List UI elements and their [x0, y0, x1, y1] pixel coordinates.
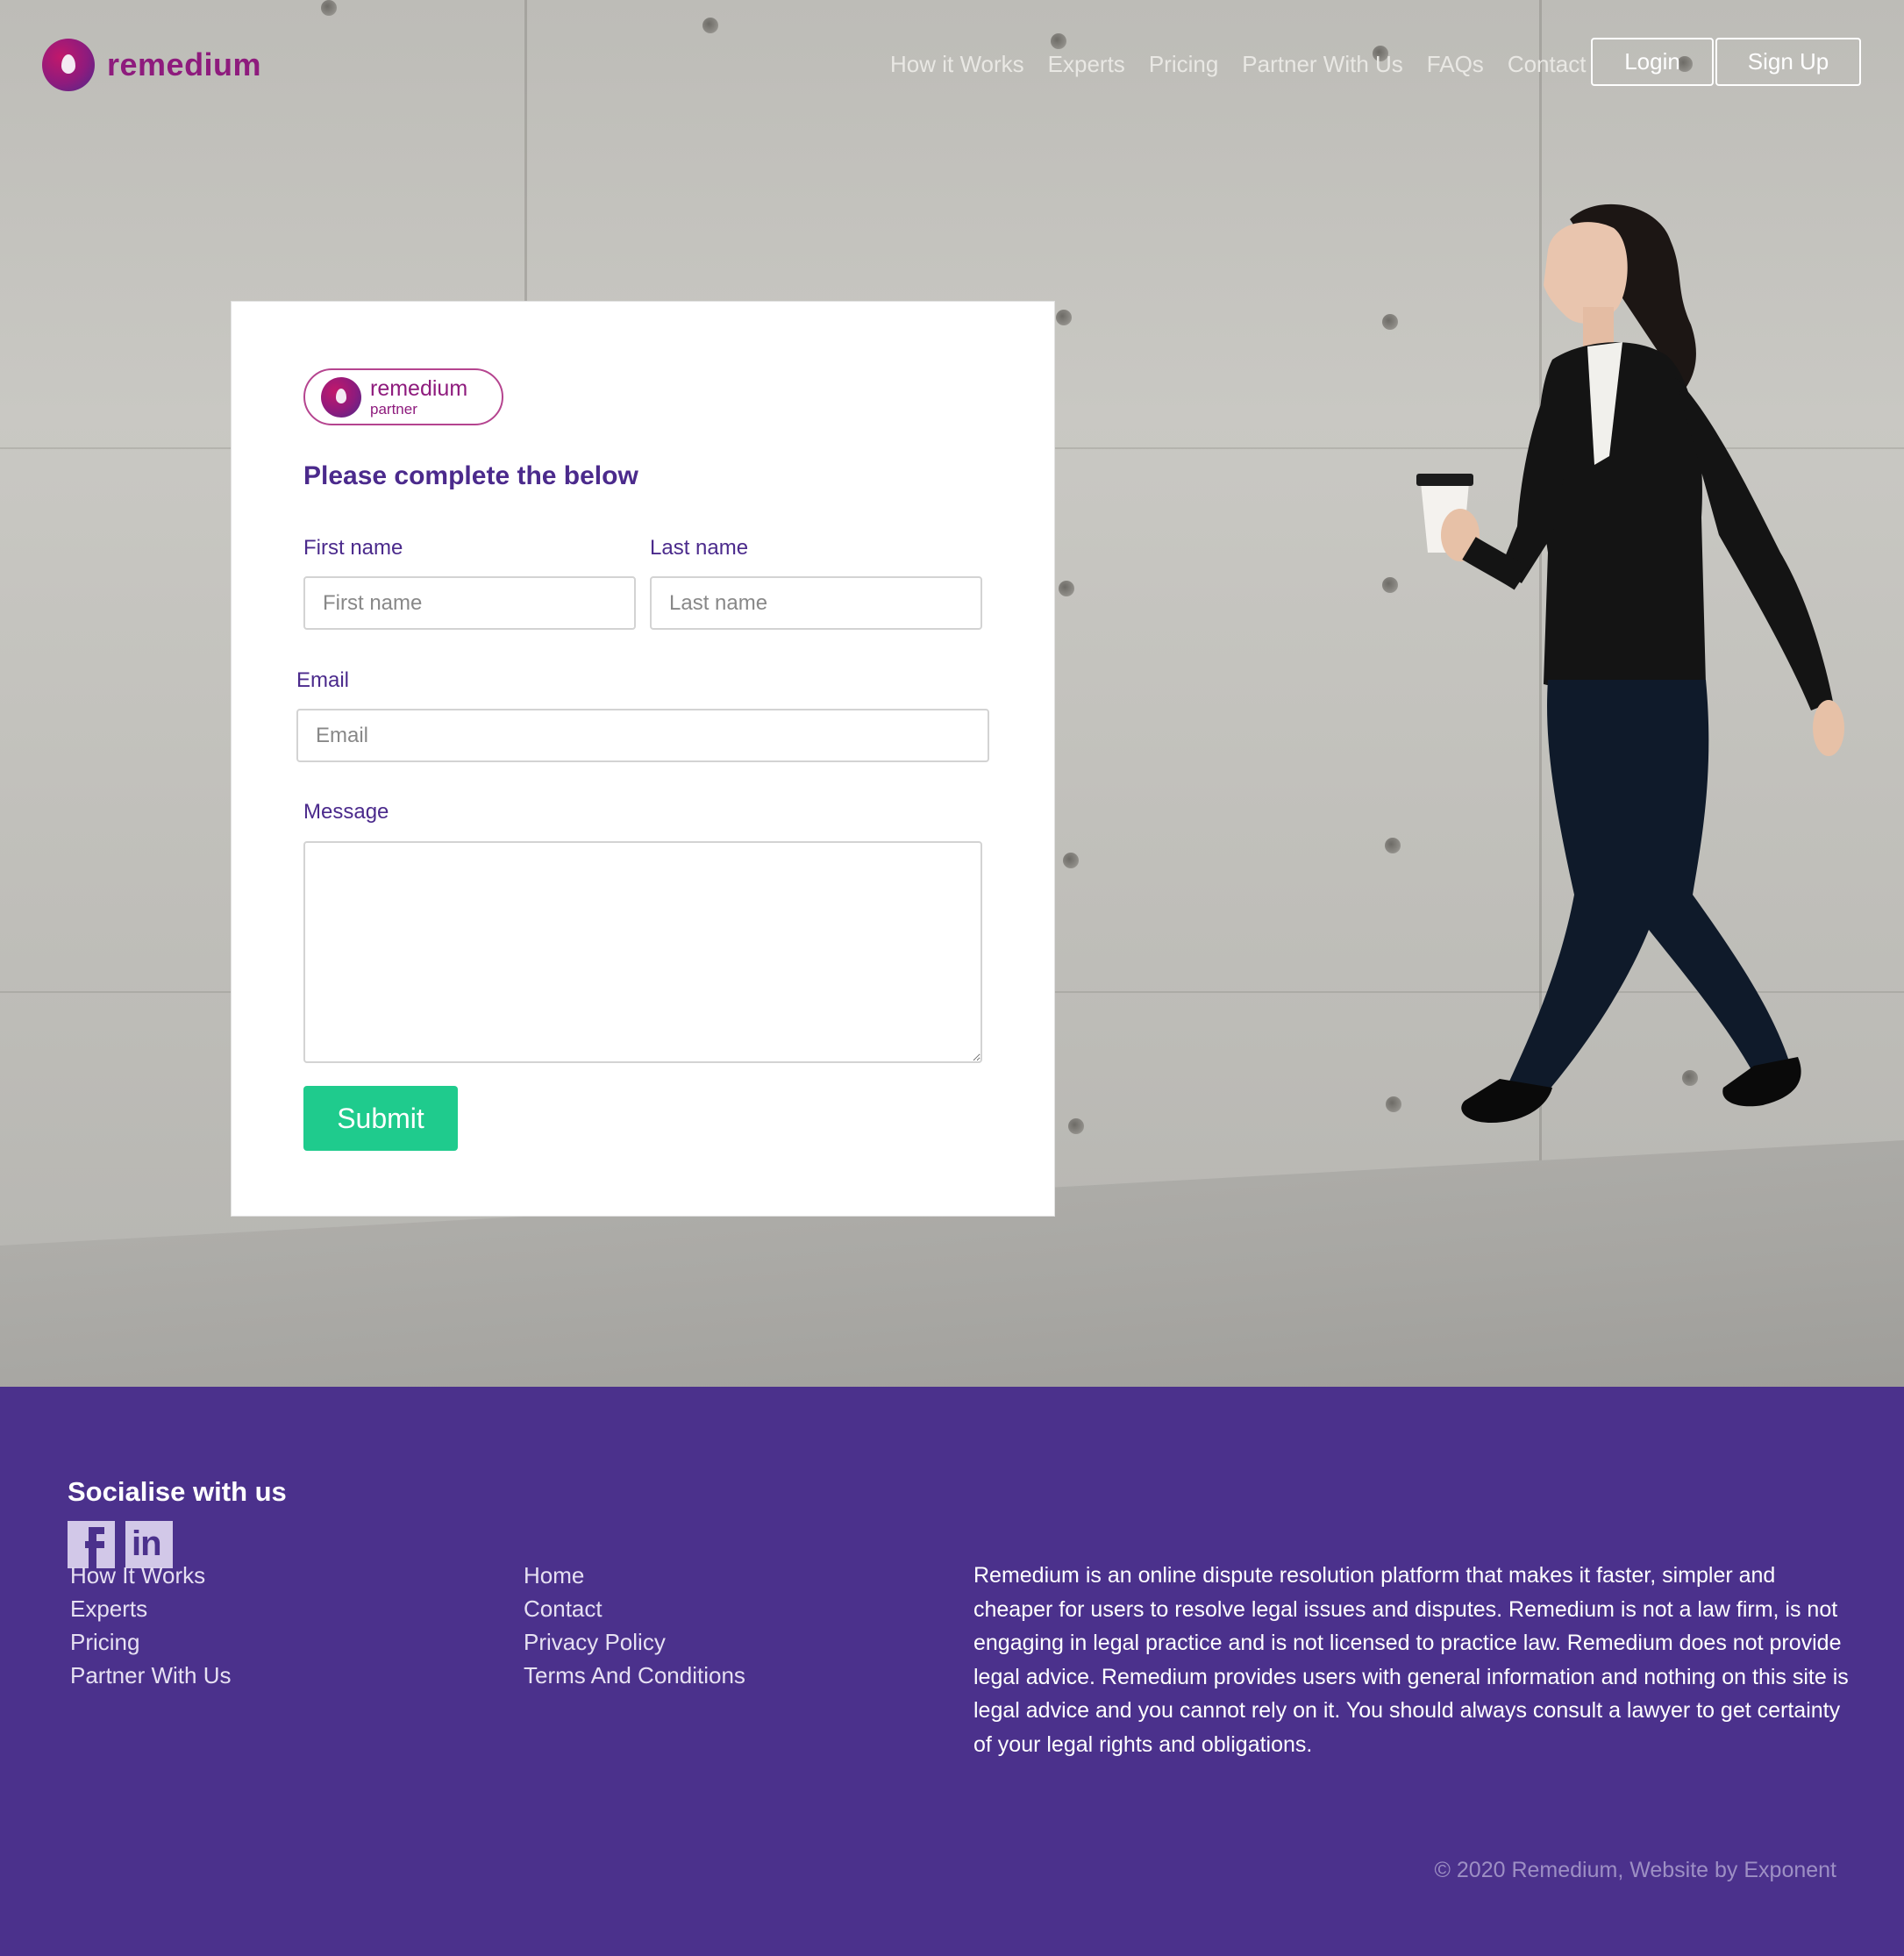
nav-links: How it Works Experts Pricing Partner Wit… [890, 51, 1609, 78]
form-title: Please complete the below [303, 461, 638, 490]
nav-link-partner-with-us[interactable]: Partner With Us [1242, 51, 1403, 78]
social-title: Socialise with us [68, 1476, 287, 1507]
message-label: Message [303, 800, 389, 824]
footer: Socialise with us in How It Works Expert… [0, 1387, 1904, 1956]
footer-link-privacy-policy[interactable]: Privacy Policy [524, 1625, 745, 1659]
badge-subtitle: partner [370, 400, 417, 418]
footer-link-partner-with-us[interactable]: Partner With Us [70, 1659, 232, 1692]
wall-hole [1068, 1118, 1084, 1134]
footer-links-primary: How It Works Experts Pricing Partner Wit… [70, 1559, 232, 1692]
email-label: Email [296, 668, 350, 692]
copyright: © 2020 Remedium, Website by Exponent [1434, 1858, 1836, 1882]
nav-link-pricing[interactable]: Pricing [1149, 51, 1218, 78]
last-name-label: Last name [650, 536, 749, 560]
signup-button[interactable]: Sign Up [1715, 38, 1861, 86]
submit-button[interactable]: Submit [303, 1086, 458, 1151]
partner-form-card: remedium partner Please complete the bel… [231, 301, 1055, 1217]
nav-link-how-it-works[interactable]: How it Works [890, 51, 1024, 78]
nav-link-experts[interactable]: Experts [1048, 51, 1125, 78]
remedium-logo-icon [321, 376, 361, 418]
nav-link-faqs[interactable]: FAQs [1427, 51, 1484, 78]
wall-hole [1056, 310, 1072, 325]
footer-link-pricing[interactable]: Pricing [70, 1625, 232, 1659]
last-name-input[interactable] [650, 576, 982, 630]
badge-name: remedium [370, 375, 468, 401]
woman-walking-illustration [1416, 203, 1844, 1123]
email-input[interactable] [296, 709, 989, 762]
remedium-logo-icon [42, 39, 95, 91]
footer-link-experts[interactable]: Experts [70, 1592, 232, 1625]
brand-logo[interactable]: remedium [42, 39, 261, 91]
first-name-input[interactable] [303, 576, 636, 630]
brand-name: remedium [107, 46, 262, 82]
nav-link-contact[interactable]: Contact [1508, 51, 1587, 78]
message-textarea[interactable] [303, 841, 982, 1063]
wall-hole [1059, 581, 1074, 596]
footer-link-terms[interactable]: Terms And Conditions [524, 1659, 745, 1692]
remedium-partner-badge: remedium partner [303, 368, 503, 425]
footer-link-how-it-works[interactable]: How It Works [70, 1559, 232, 1592]
about-disclaimer: Remedium is an online dispute resolution… [973, 1563, 1849, 1757]
wall-hole [1063, 853, 1079, 868]
top-navigation: remedium How it Works Experts Pricing Pa… [0, 0, 1904, 132]
first-name-label: First name [303, 536, 403, 560]
footer-link-contact[interactable]: Contact [524, 1592, 745, 1625]
footer-links-secondary: Home Contact Privacy Policy Terms And Co… [524, 1559, 745, 1692]
footer-link-home[interactable]: Home [524, 1559, 745, 1592]
login-button[interactable]: Login [1591, 38, 1714, 86]
